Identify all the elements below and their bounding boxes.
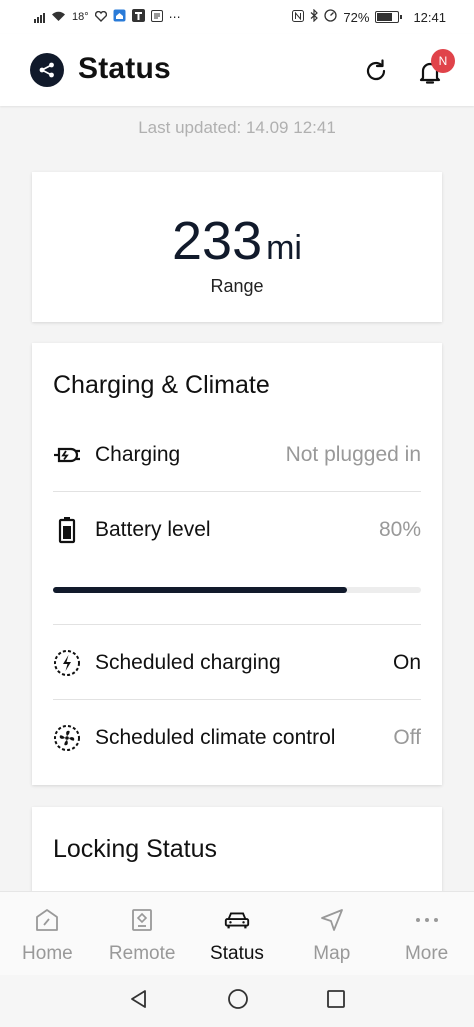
refresh-icon xyxy=(366,59,386,81)
divider xyxy=(53,699,421,700)
temperature-text: 18° xyxy=(72,11,89,23)
system-navigation-bar xyxy=(0,975,474,1027)
tab-remote-label: Remote xyxy=(108,943,176,964)
share-icon xyxy=(39,62,54,78)
page-title: Status xyxy=(78,52,171,85)
t-app-icon xyxy=(131,9,145,25)
charging-climate-card: Charging & Climate Charging Not plugged … xyxy=(32,343,442,785)
range-card: 233 mi Range xyxy=(32,172,442,322)
status-bar-left: 18° ⋯ xyxy=(34,9,181,25)
charging-label: Charging xyxy=(95,443,181,466)
scheduled-charging-label: Scheduled charging xyxy=(95,651,281,674)
back-button[interactable] xyxy=(128,988,150,1015)
tab-map[interactable]: Map xyxy=(284,892,379,975)
scheduled-climate-value: Off xyxy=(393,726,421,749)
home-button[interactable] xyxy=(227,988,249,1015)
back-icon xyxy=(131,989,147,1008)
tab-status[interactable]: Status xyxy=(190,892,285,975)
more-dots-icon xyxy=(413,906,441,934)
status-bar-right: 72% 12:41 xyxy=(292,8,446,25)
car-icon xyxy=(223,906,251,934)
signal-icon xyxy=(34,12,45,23)
charging-value: Not plugged in xyxy=(285,443,421,466)
scheduled-climate-row[interactable]: Scheduled climate control Off xyxy=(53,718,421,758)
navigation-arrow-icon xyxy=(318,906,346,934)
home-app-icon xyxy=(113,9,126,25)
plug-icon xyxy=(53,441,81,469)
battery-fill xyxy=(377,13,392,21)
heart-icon xyxy=(94,10,107,25)
clock: 12:41 xyxy=(413,9,446,25)
home-circle-icon xyxy=(228,988,248,1009)
bottom-tab-bar: Home Remote Status Map More xyxy=(0,891,474,975)
divider xyxy=(53,491,421,492)
recents-icon xyxy=(326,989,345,1008)
tab-home[interactable]: Home xyxy=(0,892,95,975)
recents-button[interactable] xyxy=(326,989,346,1014)
system-status-bar: 18° ⋯ 72% 12:41 xyxy=(0,0,474,34)
bluetooth-icon xyxy=(310,8,319,25)
battery-icon xyxy=(375,11,403,23)
battery-progress-bar xyxy=(53,587,421,593)
last-updated-text: Last updated: 14.09 12:41 xyxy=(138,118,336,137)
tab-home-label: Home xyxy=(22,943,73,964)
scheduled-charging-value: On xyxy=(392,651,421,674)
scheduled-charging-row[interactable]: Scheduled charging On xyxy=(53,643,421,683)
scheduled-climate-label: Scheduled climate control xyxy=(95,726,336,749)
tab-more[interactable]: More xyxy=(379,892,474,975)
news-app-icon xyxy=(150,9,163,25)
range-unit: mi xyxy=(266,229,302,267)
share-button[interactable] xyxy=(30,53,64,87)
scheduled-climate-icon xyxy=(53,724,81,752)
nfc-icon xyxy=(292,9,305,25)
tab-more-label: More xyxy=(404,943,449,964)
home-icon xyxy=(33,906,61,934)
divider xyxy=(53,624,421,625)
wifi-icon xyxy=(51,10,66,25)
battery-row[interactable]: Battery level 80% xyxy=(53,510,421,550)
battery-level-label: Battery level xyxy=(95,518,211,541)
battery-progress-fill xyxy=(53,587,348,593)
tab-map-label: Map xyxy=(313,943,351,964)
notification-badge: N xyxy=(431,49,455,73)
scheduled-charging-icon xyxy=(53,649,81,677)
locking-status-title: Locking Status xyxy=(53,835,217,863)
remote-icon xyxy=(128,906,156,934)
charging-row[interactable]: Charging Not plugged in xyxy=(53,435,421,475)
refresh-button[interactable] xyxy=(361,56,391,86)
tab-remote[interactable]: Remote xyxy=(95,892,190,975)
battery-percent: 72% xyxy=(343,9,370,25)
battery-level-icon xyxy=(53,516,81,544)
charging-climate-title: Charging & Climate xyxy=(53,371,270,399)
range-value: 233 xyxy=(172,211,263,271)
more-notifications-icon: ⋯ xyxy=(168,10,181,24)
range-label: Range xyxy=(210,276,264,296)
tab-status-label: Status xyxy=(210,943,264,964)
range-value-group: 233 mi xyxy=(32,210,442,272)
speedometer-icon xyxy=(324,9,338,25)
app-header: Status xyxy=(0,34,474,106)
battery-level-value: 80% xyxy=(378,518,421,541)
